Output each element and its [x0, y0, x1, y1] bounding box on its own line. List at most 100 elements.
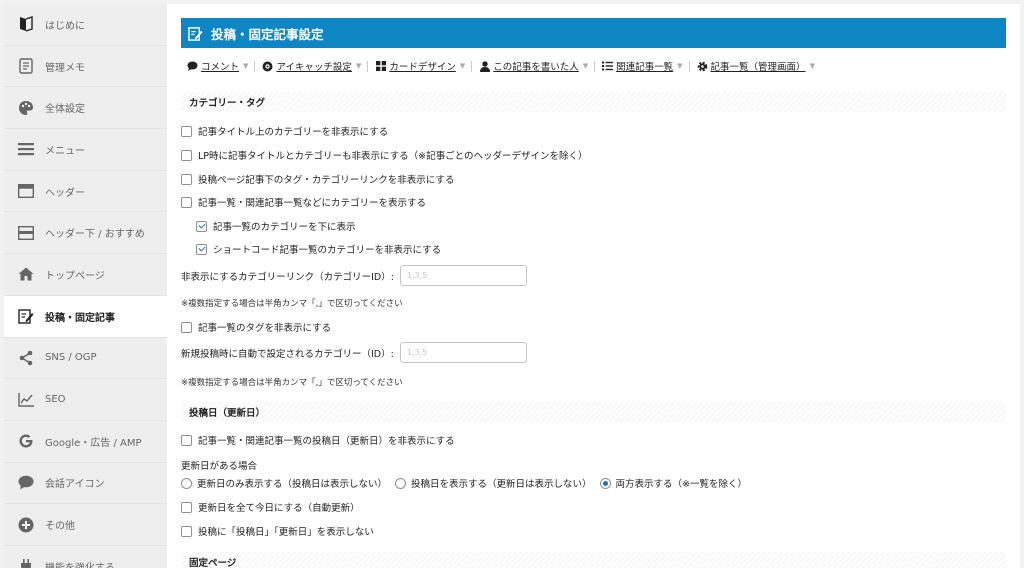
page-title: 投稿・固定記事設定 — [211, 26, 324, 42]
sidebar-item-google[interactable]: Google・広告 / AMP — [4, 420, 167, 463]
sidebar-item-menu[interactable]: メニュー — [4, 129, 167, 171]
checkbox-checked[interactable] — [196, 220, 207, 232]
chevron-down-icon: ▼ — [459, 62, 466, 70]
option-hide-post-tag-links: 投稿ページ記事下のタグ・カテゴリーリンクを非表示にする — [181, 172, 454, 186]
hidden-category-row: 非表示にするカテゴリーリンク（カテゴリーID）: — [181, 265, 527, 286]
tab-label: コメント — [201, 62, 240, 73]
checkbox[interactable] — [181, 434, 192, 446]
sidebar-item-label: その他 — [45, 521, 75, 533]
checkbox[interactable] — [181, 321, 192, 333]
auto-category-input[interactable] — [399, 342, 527, 363]
field-label: 非表示にするカテゴリーリンク（カテゴリーID）: — [181, 271, 394, 283]
sidebar-item-sns[interactable]: SNS / OGP — [4, 337, 167, 380]
divider — [254, 60, 256, 72]
divider — [688, 60, 690, 72]
option-category-bottom: 記事一覧のカテゴリーを下に表示 — [196, 219, 356, 233]
sidebar-item-label: 会話アイコン — [45, 479, 105, 491]
sidebar-item-general[interactable]: 全体設定 — [4, 87, 167, 130]
tab-eyecatch[interactable]: アイキャッチ設定 ▼ — [262, 59, 375, 73]
radio-option-updated-only[interactable]: 更新日のみ表示する（投稿日は表示しない） — [181, 476, 387, 490]
tab-admin-list[interactable]: 記事一覧（管理画面） ▼ — [697, 59, 815, 73]
home-icon — [17, 265, 35, 283]
help-note: ※複数指定する場合は半角カンマ「,」で区切ってください — [181, 299, 403, 309]
tab-author[interactable]: この記事を書いた人 ▼ — [479, 59, 602, 73]
memo-icon — [17, 57, 35, 75]
divider — [594, 60, 596, 72]
sidebar-item-label: SEO — [45, 394, 66, 406]
tab-label: 関連記事一覧 — [616, 62, 674, 73]
sidebar-item-posts[interactable]: 投稿・固定記事 — [4, 295, 167, 338]
hidden-category-input[interactable] — [399, 265, 527, 286]
post-edit-icon — [188, 25, 204, 41]
tab-label: この記事を書いた人 — [493, 62, 579, 73]
checkbox[interactable] — [181, 149, 192, 161]
checkbox[interactable] — [181, 501, 192, 513]
radio-label: 更新日のみ表示する（投稿日は表示しない） — [197, 479, 388, 490]
sidebar-item-under-header[interactable]: ヘッダー下 / おすすめ — [4, 212, 167, 255]
post-edit-icon — [17, 307, 35, 325]
comment-icon — [187, 61, 198, 72]
option-hide-title-category-lp: LP時に記事タイトルとカテゴリーも非表示にする（※記事ごとのヘッダーデザインを除… — [181, 148, 587, 162]
user-icon — [479, 60, 490, 72]
option-hide-date-labels: 投稿に「投稿日」「更新日」を表示しない — [181, 524, 374, 538]
chart-line-icon — [17, 391, 35, 409]
field-label: 新規投稿時に自動で設定されるカテゴリー（ID）: — [181, 348, 394, 360]
sidebar-item-top-page[interactable]: トップページ — [4, 254, 167, 296]
updated-date-radio-group: 更新日のみ表示する（投稿日は表示しない） 投稿日を表示する（更新日は表示しない）… — [181, 476, 755, 490]
section-heading-category: カテゴリー・タグ — [181, 92, 1006, 112]
chevron-down-icon: ▼ — [809, 62, 815, 70]
tab-card-design[interactable]: カードデザイン ▼ — [375, 59, 479, 73]
radio-button-selected[interactable] — [599, 477, 611, 489]
tab-label: アイキャッチ設定 — [276, 62, 352, 73]
checkbox[interactable] — [181, 173, 192, 185]
sidebar-item-extend[interactable]: 機能を強化する — [4, 545, 167, 568]
google-icon — [17, 432, 35, 450]
sidebar-item-label: 投稿・固定記事 — [45, 312, 115, 324]
divider — [471, 60, 473, 72]
tab-label: 記事一覧（管理画面） — [710, 62, 806, 73]
sidebar-item-other[interactable]: その他 — [4, 504, 167, 546]
section-heading-fixed-page: 固定ページ — [181, 552, 1006, 568]
plus-circle-icon — [17, 516, 35, 534]
sidebar-item-memo[interactable]: 管理メモ — [4, 45, 167, 88]
option-show-category-in-lists: 記事一覧・関連記事一覧などにカテゴリーを表示する — [181, 195, 426, 209]
radio-button[interactable] — [181, 477, 192, 489]
sidebar-item-seo[interactable]: SEO — [4, 379, 167, 421]
tab-comment[interactable]: コメント ▼ — [187, 59, 262, 73]
tab-label: カードデザイン — [389, 62, 456, 73]
option-label: ショートコード記事一覧のカテゴリーを非表示にする — [213, 245, 442, 256]
checkbox[interactable] — [181, 525, 192, 537]
sidebar-item-label: メニュー — [45, 145, 85, 157]
sidebar-item-chat-icons[interactable]: 会話アイコン — [4, 462, 167, 505]
section-heading-date: 投稿日（更新日） — [181, 402, 1006, 422]
option-label: 記事一覧のタグを非表示にする — [198, 323, 332, 334]
gear-icon — [697, 61, 708, 72]
header-icon — [17, 182, 35, 200]
option-set-today: 更新日を全て今日にする（自動更新） — [181, 500, 360, 514]
option-hide-list-tags: 記事一覧のタグを非表示にする — [181, 320, 331, 334]
section-tabs: コメント ▼ アイキャッチ設定 ▼ カードデザイン ▼ この記事を書いた人 ▼ … — [187, 59, 815, 73]
radio-option-posted-only[interactable]: 投稿日を表示する（更新日は表示しない） — [395, 476, 592, 490]
radio-label: 両方表示する（※一覧を除く） — [615, 479, 747, 490]
tab-related-posts[interactable]: 関連記事一覧 ▼ — [602, 59, 696, 73]
option-label: LP時に記事タイトルとカテゴリーも非表示にする（※記事ごとのヘッダーデザインを除… — [198, 151, 588, 162]
option-label: 投稿ページ記事下のタグ・カテゴリーリンクを非表示にする — [198, 175, 455, 186]
sidebar-item-label: トップページ — [45, 270, 105, 282]
plug-icon — [17, 557, 35, 568]
sidebar-item-header[interactable]: ヘッダー — [4, 170, 167, 213]
list-icon — [602, 61, 614, 72]
checkbox-checked[interactable] — [196, 243, 207, 255]
speech-bubble-icon — [17, 474, 35, 492]
main-panel: 投稿・固定記事設定 コメント ▼ アイキャッチ設定 ▼ カードデザイン ▼ この… — [167, 4, 1020, 568]
eye-icon — [262, 61, 273, 72]
checkbox[interactable] — [181, 125, 192, 137]
sidebar-item-intro[interactable]: はじめに — [4, 4, 167, 46]
grid-icon — [375, 61, 386, 72]
sidebar-item-label: ヘッダー — [45, 187, 85, 199]
radio-button[interactable] — [395, 477, 407, 489]
sidebar-item-label: 全体設定 — [45, 104, 85, 116]
radio-option-both[interactable]: 両方表示する（※一覧を除く） — [599, 476, 747, 490]
checkbox[interactable] — [181, 196, 192, 208]
sidebar-item-label: 管理メモ — [45, 62, 85, 74]
option-label: 記事一覧・関連記事一覧の投稿日（更新日）を非表示にする — [198, 436, 455, 447]
